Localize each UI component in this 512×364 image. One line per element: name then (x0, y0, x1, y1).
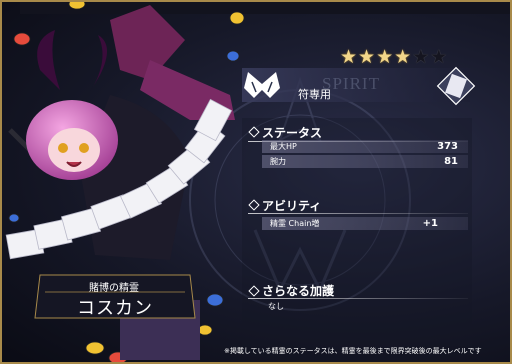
left-horn (37, 30, 60, 90)
spirit-category: 賭博の精霊 (89, 283, 139, 294)
bonus-underline (248, 298, 468, 299)
stat-value: 81 (444, 156, 458, 167)
ability-row: 精霊 Chain増 +1 (262, 217, 468, 230)
rarity-stars: ★ ★ ★ ★ ★ ★ (340, 47, 464, 67)
spirit-detail-screen: ★ ★ ★ ★ ★ ★ SPIRIT 符専用 ステータス 最大HP 373 腕力 81 ア… (0, 0, 512, 364)
ability-underline (248, 213, 468, 214)
stat-label: 最大HP (270, 142, 297, 151)
star-filled-icon: ★ (340, 46, 358, 68)
bonus-text: なし (268, 302, 284, 311)
stat-row-hp: 最大HP 373 (262, 140, 468, 153)
spirit-name: コスカン (77, 298, 153, 319)
star-empty-icon: ★ (412, 46, 430, 68)
ability-label: 精霊 Chain増 (270, 219, 320, 228)
right-horn (90, 35, 108, 92)
star-filled-icon: ★ (358, 46, 376, 68)
star-empty-icon: ★ (430, 46, 448, 68)
ability-value: +1 (422, 218, 438, 229)
exclusive-label: 符専用 (298, 88, 331, 101)
top-bar (20, 0, 510, 14)
footnote: ※掲載している精霊のステータスは、精霊を最後まで限界突破後の最大レベルです (224, 347, 482, 355)
ability-section-title: アビリティ (262, 199, 322, 213)
stat-label: 腕力 (270, 157, 286, 166)
bonus-section-title: さらなる加護 (262, 284, 335, 298)
stat-value: 373 (437, 141, 458, 152)
star-filled-icon: ★ (376, 46, 394, 68)
status-section-title: ステータス (262, 126, 323, 140)
stat-row-strength: 腕力 81 (262, 155, 468, 168)
star-filled-icon: ★ (394, 46, 412, 68)
